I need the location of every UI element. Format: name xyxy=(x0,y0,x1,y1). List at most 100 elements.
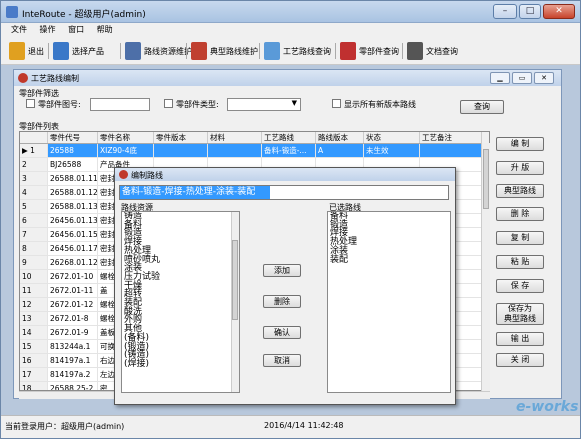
table-scrollbar[interactable] xyxy=(481,143,490,391)
table-row[interactable]: ▶ 1 26588 XIZ90-4底 备料-锻造-... A 未生效 xyxy=(20,144,489,158)
row-header: 18 xyxy=(20,382,48,390)
typical-route-side-button[interactable]: 典型路线 xyxy=(496,184,544,198)
row-header: 3 xyxy=(20,172,48,185)
child-close-button[interactable]: ✕ xyxy=(534,72,554,84)
compile-button[interactable]: 编 制 xyxy=(496,137,544,151)
table-cell: 2672.01-9 xyxy=(48,326,98,339)
table-cell: 2672.01-12 xyxy=(48,298,98,311)
add-button[interactable]: 添加 xyxy=(263,264,301,277)
selected-route-list[interactable]: 备料 锻造 焊接 热处理 涂装 装配 xyxy=(327,211,451,393)
menu-window[interactable]: 窗口 xyxy=(68,23,84,37)
process-route-query-icon xyxy=(264,42,280,60)
edit-route-dialog: 编制路线 备料-锻造-焊接-热处理-涂装-装配 路线资源 已选路线 铸造 备料 锻造… xyxy=(114,167,456,405)
typical-route-icon xyxy=(191,42,207,60)
child-minimize-button[interactable]: ▁ xyxy=(490,72,510,84)
table-cell: A xyxy=(316,144,364,157)
document-query-button[interactable]: 文档查询 xyxy=(407,41,458,61)
save-as-typical-button[interactable]: 保存为 典型路线 xyxy=(496,303,544,325)
table-cell: 814197a.1 xyxy=(48,354,98,367)
route-text: 备料-锻造-焊接-热处理-涂装-装配 xyxy=(120,186,270,199)
toolbar-separator xyxy=(48,43,49,59)
select-product-button[interactable]: 选择产品 xyxy=(53,41,104,61)
title-bar: InteRoute - 超级用户(admin) – □ ✕ xyxy=(1,1,580,23)
show-new-checkbox[interactable] xyxy=(332,99,341,108)
part-query-button[interactable]: 零部件查询 xyxy=(340,41,399,61)
typical-route-button[interactable]: 典型路线维护 xyxy=(191,41,258,61)
row-header: 12 xyxy=(20,298,48,311)
table-cell: 26456.01.17 xyxy=(50,242,98,255)
route-resource-icon xyxy=(125,42,141,60)
minimize-button[interactable]: – xyxy=(493,4,517,19)
search-product-icon xyxy=(53,42,69,60)
row-header: 15 xyxy=(20,340,48,353)
menu-operate[interactable]: 操作 xyxy=(40,23,56,37)
upgrade-button[interactable]: 升 版 xyxy=(496,161,544,175)
resource-item[interactable]: (焊接) xyxy=(122,360,239,369)
dialog-title-bar: 编制路线 xyxy=(115,168,455,181)
row-header: 10 xyxy=(20,270,48,283)
table-header: 零件代号 零件名称 零件版本 材料 工艺路线 路线版本 状态 工艺备注 xyxy=(20,132,489,144)
table-cell: 26268.01.12 xyxy=(50,256,98,269)
copy-button[interactable]: 复 制 xyxy=(496,231,544,245)
column-header[interactable]: 路线版本 xyxy=(316,132,364,143)
status-user: 当前登录用户：超级用户(admin) xyxy=(5,422,125,431)
column-header[interactable]: 材料 xyxy=(208,132,262,143)
query-button[interactable]: 查询 xyxy=(460,100,504,114)
maximize-button[interactable]: □ xyxy=(519,4,541,19)
scroll-thumb[interactable] xyxy=(483,149,489,209)
child-title: 工艺路线编制 xyxy=(31,74,79,83)
selected-route-item[interactable]: 装配 xyxy=(328,255,450,265)
table-cell: 2672.01-11 xyxy=(48,284,98,297)
route-query-button[interactable]: 工艺路线查询 xyxy=(264,41,331,61)
row-header: 14 xyxy=(20,326,48,339)
save-button[interactable]: 保 存 xyxy=(496,279,544,293)
toolbar-label: 退出 xyxy=(28,46,44,56)
exit-icon xyxy=(9,42,25,60)
row-header: 13 xyxy=(20,312,48,325)
column-header[interactable]: 工艺路线 xyxy=(262,132,316,143)
column-header[interactable]: 工艺备注 xyxy=(420,132,482,143)
cancel-button[interactable]: 取消 xyxy=(263,354,301,367)
column-header[interactable]: 状态 xyxy=(364,132,420,143)
table-cell: 26588.25-2 xyxy=(48,382,98,390)
row-header: 11 xyxy=(20,284,48,297)
column-header[interactable]: 零件名称 xyxy=(98,132,154,143)
route-resource-button[interactable]: 路线资源维护 xyxy=(125,41,192,61)
toolbar-label: 零部件查询 xyxy=(359,46,399,56)
confirm-button[interactable]: 确认 xyxy=(263,326,301,339)
resource-scrollbar[interactable] xyxy=(231,212,239,392)
part-type-select[interactable]: ▼ xyxy=(227,98,301,111)
delete-button[interactable]: 删除 xyxy=(263,295,301,308)
paste-button[interactable]: 粘 贴 xyxy=(496,255,544,269)
remove-button[interactable]: 删 除 xyxy=(496,207,544,221)
table-cell: 26588 xyxy=(48,144,98,157)
toolbar: 退出 选择产品 路线资源维护 典型路线维护 工艺路线查询 零部件查询 文档查询 xyxy=(1,37,580,65)
toolbar-separator xyxy=(402,43,403,59)
toolbar-separator xyxy=(186,43,187,59)
row-header: 16 xyxy=(20,354,48,367)
watermark-logo: e-works xyxy=(516,399,579,415)
toolbar-label: 典型路线维护 xyxy=(210,46,258,56)
table-cell: 2672.01-10 xyxy=(48,270,98,283)
dialog-icon xyxy=(119,170,128,179)
resource-scroll-thumb[interactable] xyxy=(232,240,238,320)
menu-help[interactable]: 帮助 xyxy=(97,23,113,37)
close-window-button[interactable]: 关 闭 xyxy=(496,353,544,367)
status-bar: 当前登录用户：超级用户(admin) 2016/4/14 11:42:48 xyxy=(1,415,580,438)
part-no-checkbox[interactable] xyxy=(26,99,35,108)
column-header[interactable]: 零件版本 xyxy=(154,132,208,143)
column-header[interactable]: 零件代号 xyxy=(48,132,98,143)
exit-button[interactable]: 退出 xyxy=(9,41,44,61)
show-new-label: 显示所有新版本路线 xyxy=(344,100,416,109)
toolbar-label: 工艺路线查询 xyxy=(283,46,331,56)
close-button[interactable]: ✕ xyxy=(543,4,575,19)
row-header: ▶ 1 xyxy=(20,144,48,157)
part-query-icon xyxy=(340,42,356,60)
resource-list[interactable]: 铸造 备料 锻造 焊接 热处理 喷砂喷丸 涂装 压力试验 干燥 超转 装配 酸洗 外购 其他 (备料) (锻造… xyxy=(121,211,240,393)
child-restore-button[interactable]: ▭ xyxy=(512,72,532,84)
export-button[interactable]: 输 出 xyxy=(496,332,544,346)
part-no-input[interactable] xyxy=(90,98,150,111)
menu-file[interactable]: 文件 xyxy=(11,23,27,37)
part-type-checkbox[interactable] xyxy=(164,99,173,108)
toolbar-separator xyxy=(120,43,121,59)
